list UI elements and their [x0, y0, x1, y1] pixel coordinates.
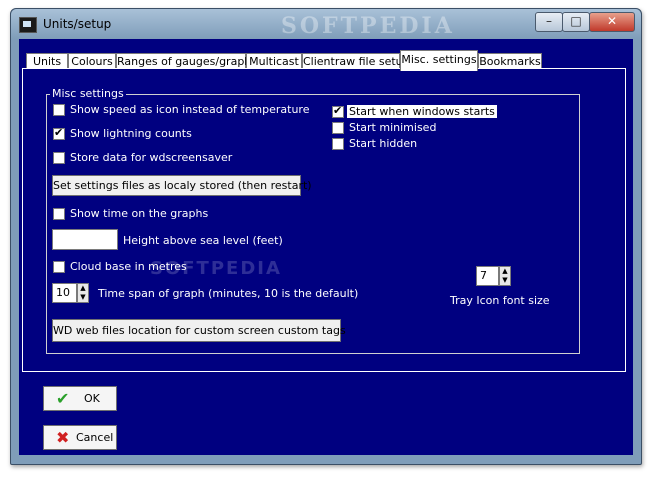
spin-down-icon[interactable]: ▼ — [500, 276, 510, 285]
tray-font-size-spinner[interactable]: ▲ ▼ — [499, 266, 511, 286]
spin-up-icon[interactable]: ▲ — [78, 284, 88, 293]
start-hidden-label: Start hidden — [349, 137, 418, 150]
cross-icon: ✖ — [56, 428, 70, 447]
time-span-spinner[interactable]: ▲ ▼ — [77, 283, 89, 303]
set-settings-local-button[interactable]: Set settings files as localy stored (the… — [52, 175, 312, 196]
show-speed-icon-label: Show speed as icon instead of temperatur… — [70, 103, 310, 116]
minimize-button[interactable]: – — [535, 12, 563, 32]
app-icon — [19, 17, 37, 33]
close-button[interactable]: ✕ — [589, 12, 635, 32]
show-speed-icon-checkbox[interactable] — [53, 104, 65, 116]
time-span-input[interactable]: 10 — [52, 283, 77, 303]
show-lightning-label: Show lightning counts — [70, 127, 192, 140]
cloud-base-checkbox[interactable] — [53, 261, 65, 273]
tray-font-size-label: Tray Icon font size — [450, 294, 550, 307]
watermark: SOFTPEDIA — [281, 13, 455, 39]
window-title: Units/setup — [43, 17, 112, 31]
checkmark-icon: ✔ — [56, 389, 70, 408]
title-bar[interactable]: Units/setup SOFTPEDIA – □ ✕ — [11, 9, 641, 39]
store-data-label: Store data for wdscreensaver — [70, 151, 233, 164]
tab-misc-settings[interactable]: Misc. settings — [400, 50, 478, 71]
show-time-graphs-label: Show time on the graphs — [70, 207, 209, 220]
start-minimised-checkbox[interactable] — [332, 122, 344, 134]
ok-button[interactable]: ✔ OK — [43, 386, 117, 411]
wd-web-files-button[interactable]: WD web files location for custom screen … — [52, 319, 346, 342]
ok-button-label: OK — [84, 392, 100, 405]
start-windows-label: Start when windows starts — [347, 105, 497, 118]
group-title: Misc settings — [50, 87, 126, 100]
show-lightning-checkbox[interactable] — [53, 126, 65, 140]
store-data-checkbox[interactable] — [53, 152, 65, 164]
maximize-button[interactable]: □ — [562, 12, 590, 32]
spin-up-icon[interactable]: ▲ — [500, 267, 510, 276]
cancel-button-label: Cancel — [76, 431, 114, 444]
height-above-sea-input[interactable] — [52, 229, 118, 250]
time-span-label: Time span of graph (minutes, 10 is the d… — [98, 287, 359, 300]
start-hidden-checkbox[interactable] — [332, 138, 344, 150]
show-time-graphs-checkbox[interactable] — [53, 208, 65, 220]
start-minimised-label: Start minimised — [349, 121, 437, 134]
start-windows-checkbox[interactable] — [332, 104, 344, 118]
watermark-overlay: SOFTPEDIA — [150, 258, 282, 279]
height-above-sea-label: Height above sea level (feet) — [123, 234, 283, 247]
cancel-button[interactable]: ✖ Cancel — [43, 425, 117, 450]
tray-font-size-input[interactable]: 7 — [476, 266, 499, 286]
spin-down-icon[interactable]: ▼ — [78, 293, 88, 302]
